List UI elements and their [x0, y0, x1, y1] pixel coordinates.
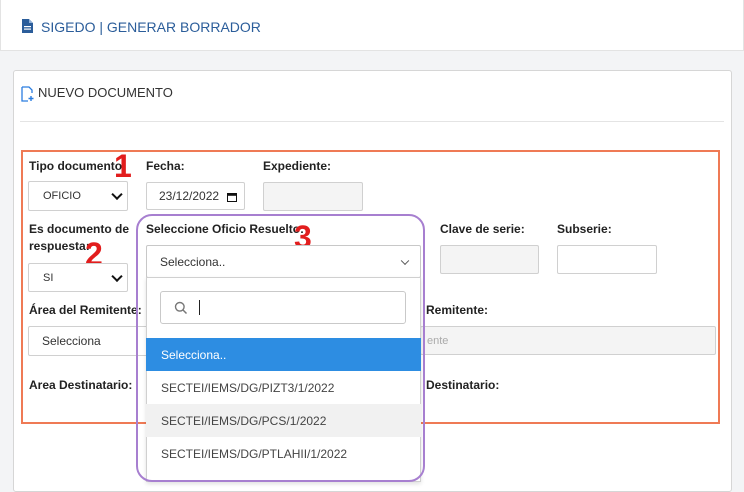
card-divider: [20, 121, 724, 122]
area-destinatario-label: Area Destinatario:: [29, 378, 133, 392]
highlight-box-purple: [136, 214, 425, 482]
annotation-number-1: 1: [114, 148, 132, 184]
area-remitente-label: Área del Remitente:: [29, 303, 142, 317]
es-respuesta-label-line1: Es documento de: [29, 222, 130, 236]
fecha-label: Fecha:: [146, 159, 185, 173]
expediente-input[interactable]: [263, 182, 363, 211]
page-title: SIGEDO | GENERAR BORRADOR: [41, 19, 261, 35]
remitente-label: Remitente:: [426, 303, 489, 317]
new-document-icon: [21, 86, 34, 102]
clave-serie-label: Clave de serie:: [440, 222, 525, 236]
fecha-value: 23/12/2022: [159, 189, 220, 203]
tipo-documento-label: Tipo documento:: [29, 159, 127, 173]
es-respuesta-select[interactable]: SI: [28, 263, 128, 292]
area-remitente-value: Selecciona: [42, 334, 101, 348]
destinatario-label: Destinatario:: [426, 378, 500, 392]
chevron-down-icon: [111, 188, 123, 201]
subserie-input[interactable]: [557, 245, 657, 274]
fecha-input[interactable]: 23/12/2022: [146, 182, 245, 210]
clave-serie-input[interactable]: [440, 245, 539, 274]
remitente-placeholder: ente: [427, 334, 449, 347]
es-respuesta-label-line2: respuesta:: [29, 239, 90, 253]
top-header: SIGEDO | GENERAR BORRADOR: [0, 0, 744, 51]
chevron-down-icon: [111, 270, 123, 282]
tipo-documento-select[interactable]: OFICIO: [28, 181, 128, 211]
expediente-label: Expediente:: [263, 159, 332, 173]
card-title: NUEVO DOCUMENTO: [38, 85, 173, 100]
subserie-label: Subserie:: [557, 222, 612, 236]
tipo-documento-value: OFICIO: [43, 190, 81, 202]
calendar-icon[interactable]: [227, 192, 237, 202]
document-icon: [22, 19, 33, 33]
remitente-input[interactable]: ente: [420, 326, 716, 355]
es-respuesta-value: SI: [43, 271, 54, 284]
area-remitente-select[interactable]: Selecciona: [28, 326, 148, 356]
